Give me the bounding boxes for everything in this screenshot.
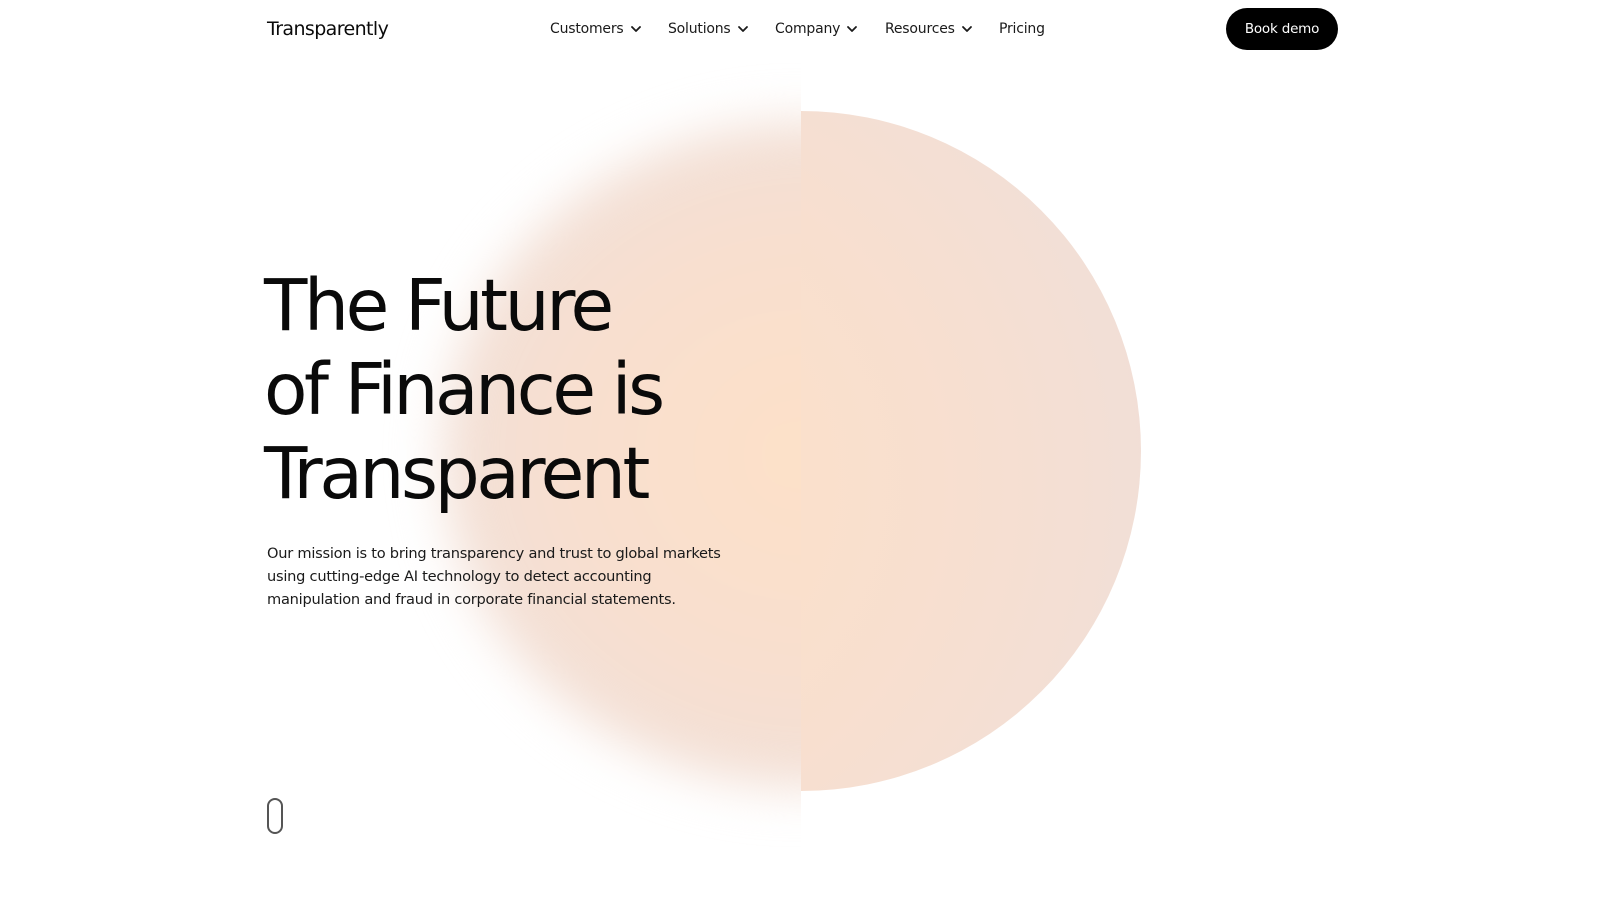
- nav-item-customers[interactable]: Customers: [550, 18, 642, 40]
- hero-title-line: Transparent: [264, 432, 650, 515]
- hero-title: The Future of Finance is Transparent: [264, 264, 824, 516]
- main-navigation: Customers Solutions Company Resources Pr…: [0, 18, 1600, 42]
- nav-item-pricing[interactable]: Pricing: [999, 18, 1045, 40]
- book-demo-button[interactable]: Book demo: [1226, 8, 1338, 50]
- site-header: Transparently Customers Solutions Compan…: [0, 0, 1600, 60]
- hero-description: Our mission is to bring transparency and…: [267, 545, 721, 608]
- nav-item-label: Company: [775, 21, 841, 37]
- hero-title-line: of Finance is: [264, 348, 665, 431]
- nav-item-solutions[interactable]: Solutions: [668, 18, 749, 40]
- nav-item-label: Pricing: [999, 21, 1045, 37]
- nav-item-company[interactable]: Company: [775, 18, 858, 40]
- mouse-scroll-icon[interactable]: [267, 798, 283, 834]
- chevron-down-icon: [630, 23, 642, 35]
- nav-item-label: Resources: [885, 21, 955, 37]
- chevron-down-icon: [961, 23, 973, 35]
- nav-item-label: Customers: [550, 21, 624, 37]
- nav-item-label: Solutions: [668, 21, 731, 37]
- chevron-down-icon: [737, 23, 749, 35]
- hero-title-line: The Future: [264, 264, 614, 347]
- chevron-down-icon: [846, 23, 858, 35]
- nav-item-resources[interactable]: Resources: [885, 18, 973, 40]
